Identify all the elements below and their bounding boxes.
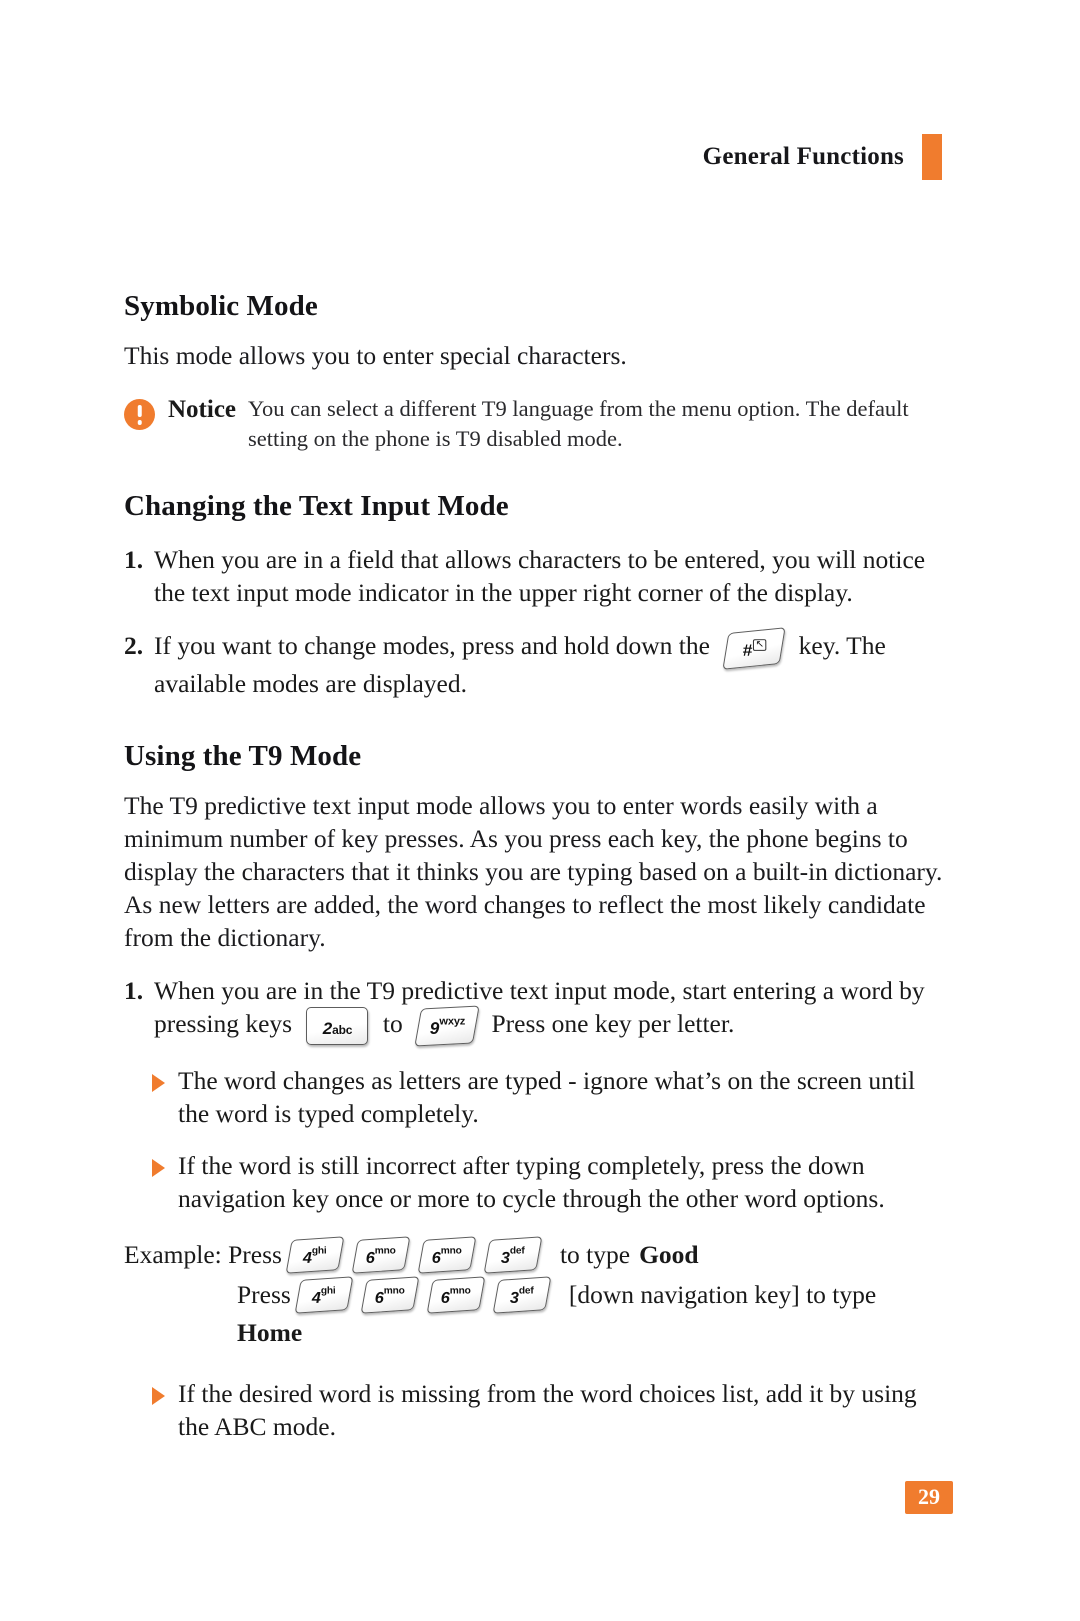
page-number-badge: 29 [905,1481,953,1514]
key-letters: mno [440,1245,462,1257]
example-word-good: Good [639,1239,699,1269]
example-tail-1: to type [559,1239,631,1269]
triangle-bullet-icon [152,1149,178,1215]
example-tail-2: [down navigation key] to type [568,1279,877,1309]
key-3-def-icon: 3def [492,1276,552,1314]
page-header-title: General Functions [702,143,904,170]
list-item: If the desired word is missing from the … [152,1377,944,1443]
triangle-bullet-icon [152,1064,178,1130]
key-digit: 2 [322,1018,333,1038]
key-digit: 6 [431,1249,442,1267]
key-letters: mno [383,1285,405,1297]
hash-key-symbol: # [742,640,753,660]
list-item-text-before: If you want to change modes, press and h… [154,631,710,660]
hash-key-superscript: ↖ [753,638,767,651]
page-content: Symbolic Mode This mode allows you to en… [124,290,944,1443]
header-accent-bar [922,134,942,180]
example-label-2: Press [237,1279,291,1309]
key-digit: 6 [440,1289,450,1307]
list-item: If the word is still incorrect after typ… [152,1149,944,1215]
example-label-1: Example: Press [124,1239,282,1269]
key-letters: ghi [321,1285,336,1297]
example-block: Example: Press 4ghi 6mno 6mno 3def to ty… [124,1235,944,1353]
heading-using-t9-mode: Using the T9 Mode [124,739,362,772]
key-6-mno-icon: 6mno [417,1236,477,1274]
list-item: 1. When you are in a field that allows c… [124,543,944,609]
notice-label: Notice [168,396,237,423]
key-6-mno-icon: 6mno [360,1276,420,1314]
key-9-wxyz-icon: 9wxyz [414,1005,480,1047]
heading-changing-text-input-mode: Changing the Text Input Mode [124,490,509,522]
list-item: The word changes as letters are typed - … [152,1064,944,1130]
list-item-text: When you are in a field that allows char… [154,545,926,607]
heading-symbolic-mode: Symbolic Mode [124,290,318,322]
key-6-mno-icon: 6mno [351,1236,411,1274]
key-letters: wxyz [438,1015,465,1028]
example-row-good: Example: Press 4ghi 6mno 6mno 3def to ty… [124,1235,944,1275]
manual-page: General Functions Symbolic Mode This mod… [0,0,1080,1621]
list-item-text: If the word is still incorrect after typ… [178,1150,885,1213]
key-letters: ghi [312,1245,327,1257]
notice-block: Notice You can select a different T9 lan… [124,394,944,454]
hash-key-icon: # ↖ [722,626,786,670]
key-letters: def [519,1285,534,1297]
key-letters: mno [449,1285,471,1297]
list-marker: 2. [124,631,144,660]
key-4-ghi-icon: 4ghi [285,1236,345,1274]
paragraph-symbolic-mode: This mode allows you to enter special ch… [124,341,627,370]
triangle-bullet-icon [152,1377,178,1443]
list-item-text: The word changes as letters are typed - … [178,1065,916,1128]
key-digit: 3 [509,1289,520,1307]
list-item-text: When you are in the T9 predictive text i… [154,974,944,1047]
page-header: General Functions [703,134,942,180]
key-2-abc-icon: 2abc [306,1006,369,1045]
list-marker: 1. [124,545,144,574]
exclamation-circle-icon [124,399,155,430]
key-digit: 6 [365,1249,376,1267]
list-item-text: If the desired word is missing from the … [178,1378,917,1441]
list-item: 2. If you want to change modes, press an… [124,626,944,700]
list-marker: 1. [124,975,144,1005]
key-letters: def [510,1245,525,1257]
notice-text: You can select a different T9 language f… [248,396,909,451]
key-4-ghi-icon: 4ghi [294,1276,354,1314]
key-digit: 4 [311,1289,322,1307]
key-3-def-icon: 3def [483,1236,543,1274]
list-item: 1. When you are in the T9 predictive tex… [124,974,944,1047]
key-digit: 4 [303,1249,313,1267]
key-digit: 9 [429,1018,439,1038]
example-row-home: Press 4ghi 6mno 6mno 3def [down navigati… [237,1275,944,1315]
example-word-home: Home [237,1317,303,1347]
key-6-mno-icon: 6mno [426,1276,486,1314]
paragraph-using-t9-mode: The T9 predictive text input mode allows… [124,790,943,952]
key-digit: 3 [501,1249,511,1267]
list-item-text: If you want to change modes, press and h… [154,626,944,700]
example-row-home-word: Home [237,1315,944,1353]
list-item-text-after: Press one key per letter. [491,1008,735,1038]
key-letters: mno [374,1245,396,1257]
key-letters: abc [332,1022,353,1037]
key-digit: 6 [374,1289,384,1307]
list-item-text-mid: to [382,1008,403,1038]
